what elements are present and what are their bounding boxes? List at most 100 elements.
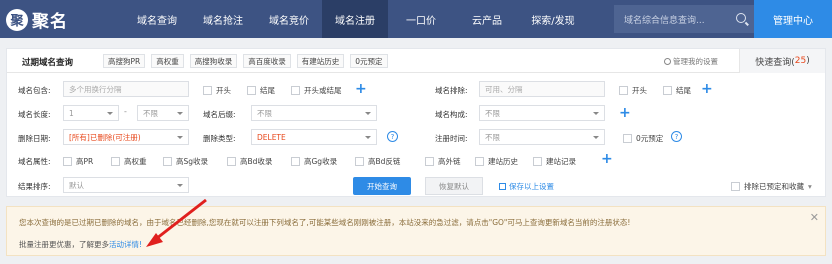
checkbox-label: 高外链: [438, 157, 461, 166]
exclude-input[interactable]: 可用、分隔: [479, 81, 605, 97]
exclude-label: 域名排除:: [435, 86, 468, 95]
attr-site-record-checkbox[interactable]: 建站记录: [533, 156, 576, 167]
preset-zero-preorder[interactable]: 0元预定: [350, 54, 388, 68]
nav-item-domain-snap[interactable]: 域名抢注: [190, 0, 256, 38]
length-min-select[interactable]: 1: [63, 105, 119, 121]
delete-type-select[interactable]: DELETE: [251, 129, 377, 145]
nav-item-domain-register[interactable]: 域名注册: [322, 0, 388, 38]
zero-preorder-checkbox[interactable]: 0元预定: [623, 133, 663, 144]
delete-date-value: [所有]已删除(可注册): [69, 132, 141, 142]
nav-item-explore[interactable]: 探索/发现: [520, 0, 586, 38]
add-exclude-plus-icon[interactable]: +: [701, 82, 713, 96]
nav-item-domain-auction[interactable]: 域名竞价: [256, 0, 322, 38]
save-settings-link[interactable]: 保存以上设置: [499, 181, 554, 192]
attr-high-outlink-checkbox[interactable]: 高外链: [425, 156, 461, 167]
user-center-button[interactable]: 管理中心: [754, 0, 832, 38]
manage-settings-link[interactable]: 管理我的设置: [664, 56, 718, 67]
add-contain-plus-icon[interactable]: +: [355, 82, 367, 96]
help-icon[interactable]: ?: [387, 131, 398, 142]
add-attr-plus-icon[interactable]: +: [601, 152, 613, 166]
contain-start-checkbox[interactable]: 开头: [203, 85, 231, 96]
chevron-down-icon: [177, 136, 183, 139]
checkbox-label: 建站记录: [546, 157, 576, 166]
quick-tab-label: 快速查询(: [755, 57, 795, 68]
checkbox-box: [731, 182, 740, 191]
nav-item-domain-search[interactable]: 域名查询: [124, 0, 190, 38]
attr-high-weight-checkbox[interactable]: 高权重: [111, 156, 147, 167]
quick-tab-paren: ): [806, 56, 810, 66]
nav-item-cloud[interactable]: 云产品: [454, 0, 520, 38]
length-label: 域名长度:: [18, 110, 51, 119]
checkbox-box: [291, 86, 300, 95]
nav-items: 域名查询 域名抢注 域名竞价 域名注册 一口价 云产品 探索/发现: [124, 0, 586, 38]
compose-value: 不限: [485, 108, 500, 118]
chevron-down-icon: [177, 112, 183, 115]
save-settings-label: 保存以上设置: [509, 182, 554, 191]
tab-quick-search[interactable]: 快速查询(25): [739, 49, 825, 73]
checkbox-label: 结尾: [260, 86, 275, 95]
checkbox-box: [203, 86, 212, 95]
suffix-select[interactable]: 不限: [251, 105, 377, 121]
attr-high-sg-index-checkbox[interactable]: 高Sg收录: [163, 156, 208, 167]
contain-end-checkbox[interactable]: 结尾: [247, 85, 275, 96]
preset-high-sogou-pr[interactable]: 高搜狗PR: [103, 54, 146, 68]
contain-either-checkbox[interactable]: 开头或结尾: [291, 85, 342, 96]
help-icon[interactable]: ?: [671, 131, 682, 142]
preset-high-weight[interactable]: 高权重: [151, 54, 184, 68]
sort-label: 结果排序:: [18, 182, 51, 191]
compose-select[interactable]: 不限: [479, 105, 605, 121]
chevron-down-icon: ▾: [808, 182, 812, 191]
checkbox-label: 高PR: [76, 157, 94, 166]
checkbox-box: [475, 157, 484, 166]
close-icon[interactable]: ✕: [810, 211, 819, 224]
checkbox-box: [63, 157, 72, 166]
delete-type-value: DELETE: [257, 132, 286, 142]
reg-time-value: 不限: [485, 132, 500, 142]
sort-select[interactable]: 默认: [63, 177, 189, 193]
suffix-label: 域名后缀:: [203, 110, 236, 119]
reset-button[interactable]: 恢复默认: [425, 177, 483, 195]
add-compose-plus-icon[interactable]: +: [619, 106, 631, 120]
preset-site-history[interactable]: 有建站历史: [296, 54, 345, 68]
length-max-value: 不限: [143, 108, 158, 118]
checkbox-label: 0元预定: [636, 134, 664, 143]
exclude-start-checkbox[interactable]: 开头: [619, 85, 647, 96]
exclude-end-checkbox[interactable]: 结尾: [663, 85, 691, 96]
checkbox-label: 结尾: [676, 86, 691, 95]
range-dash: -: [124, 107, 127, 116]
nav-search-input[interactable]: 域名综合信息查询...: [614, 5, 754, 33]
exclude-preorder-checkbox[interactable]: 排除已预定和收藏 ▾: [731, 181, 812, 192]
panel-title: 过期域名查询: [22, 58, 74, 68]
checkbox-label: 高Bd反链: [368, 157, 401, 166]
nav-item-fixed-price[interactable]: 一口价: [388, 0, 454, 38]
logo[interactable]: 聚 聚名: [6, 7, 68, 32]
quick-tab-count: 25: [794, 56, 807, 66]
checkbox-label: 高Sg收录: [176, 157, 209, 166]
search-icon[interactable]: [736, 13, 746, 23]
reg-time-select[interactable]: 不限: [479, 129, 605, 145]
length-max-select[interactable]: 不限: [137, 105, 189, 121]
search-button[interactable]: 开始查询: [353, 177, 411, 195]
chevron-down-icon: [177, 184, 183, 187]
preset-high-sogou-index[interactable]: 高搜狗收录: [189, 54, 238, 68]
attr-high-pr-checkbox[interactable]: 高PR: [63, 156, 93, 167]
attr-high-gg-index-checkbox[interactable]: 高Gg收录: [291, 156, 337, 167]
attr-site-history-checkbox[interactable]: 建站历史: [475, 156, 518, 167]
contain-input[interactable]: 多个用换行分隔: [63, 81, 189, 97]
delete-type-label: 删除类型:: [203, 134, 236, 143]
checkbox-box: [533, 157, 542, 166]
notice-batch-text: 批量注册更优惠，了解更多: [19, 240, 109, 249]
search-panel: 过期域名查询 高搜狗PR 高权重 高搜狗收录 高百度收录 有建站历史 0元预定 …: [6, 48, 826, 197]
reg-time-label: 注册时间:: [435, 134, 468, 143]
attr-high-bd-backlink-checkbox[interactable]: 高Bd反链: [355, 156, 400, 167]
length-min-value: 1: [69, 108, 74, 118]
attr-high-bd-index-checkbox[interactable]: 高Bd收录: [227, 156, 272, 167]
checkbox-box: [291, 157, 300, 166]
preset-high-baidu-index[interactable]: 高百度收录: [243, 54, 291, 68]
notice-batch: 批量注册更优惠，了解更多活动详情!: [19, 239, 142, 250]
nav-search-placeholder: 域名综合信息查询...: [624, 15, 705, 26]
delete-date-select[interactable]: [所有]已删除(可注册): [63, 129, 189, 145]
sort-value: 默认: [69, 180, 84, 190]
activity-details-link[interactable]: 活动详情!: [109, 240, 142, 249]
chevron-down-icon: [365, 112, 371, 115]
